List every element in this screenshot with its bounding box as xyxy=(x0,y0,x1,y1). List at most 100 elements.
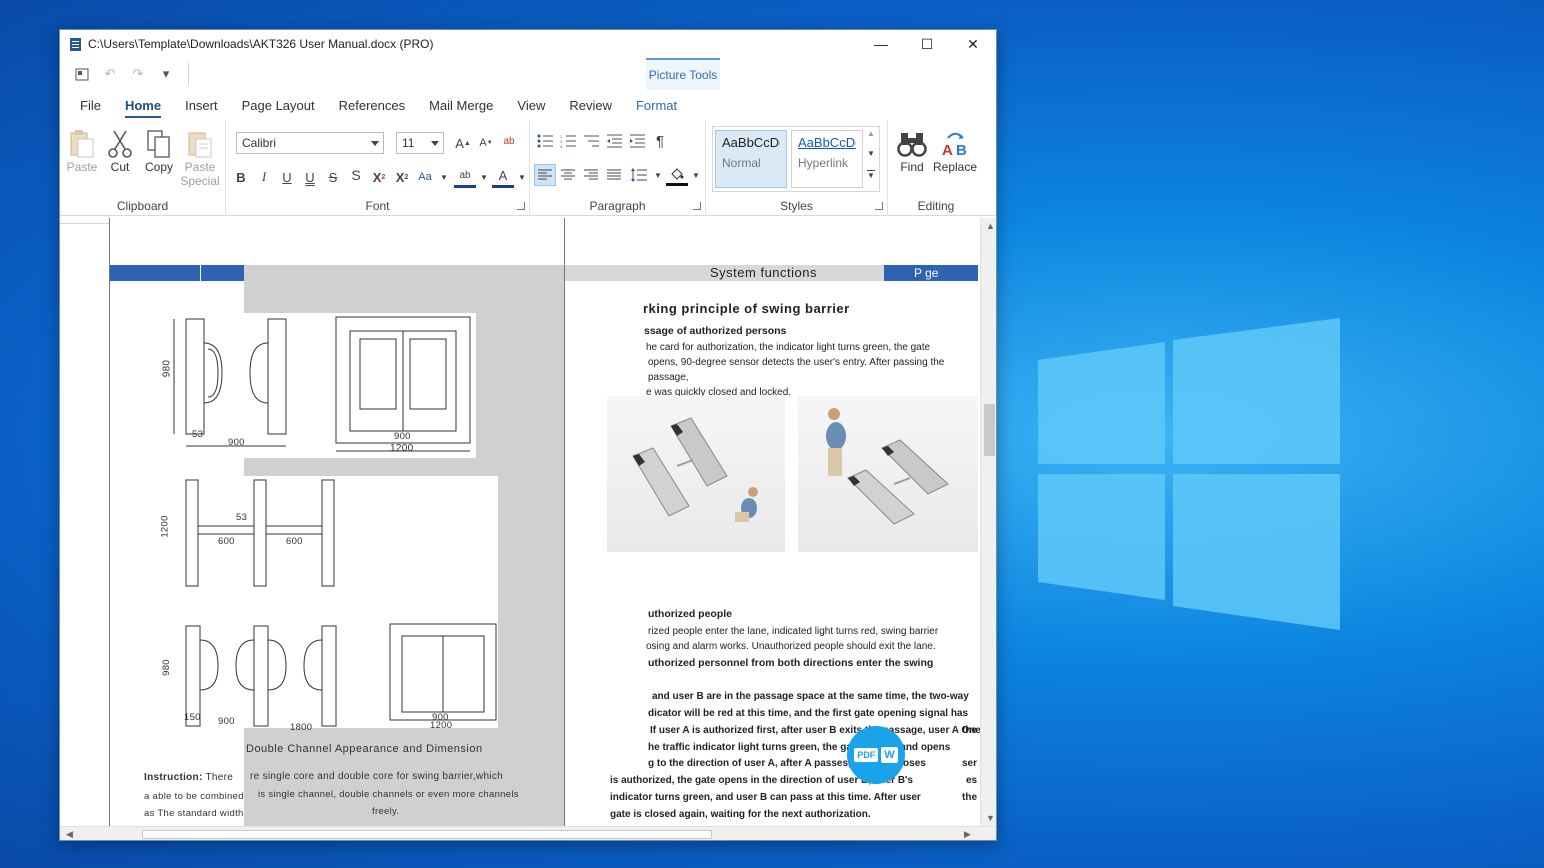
bullets-icon[interactable] xyxy=(534,130,556,152)
tab-insert[interactable]: Insert xyxy=(173,90,230,120)
numbering-icon[interactable]: 123 xyxy=(557,130,579,152)
picture-tools-label: Picture Tools xyxy=(646,58,720,90)
replace-button[interactable]: AB Replace xyxy=(930,128,980,174)
header-left-bar xyxy=(110,265,244,281)
document-page[interactable]: System functions P ge 980 53 900 900 120… xyxy=(109,218,981,826)
tab-file[interactable]: File xyxy=(68,90,113,120)
tab-review[interactable]: Review xyxy=(557,90,624,120)
dim-label: 900 xyxy=(218,716,235,727)
change-case-dropdown-icon[interactable]: ▼ xyxy=(433,166,455,188)
style-hyperlink[interactable]: AaBbCcDd Hyperlink xyxy=(791,130,863,188)
superscript-icon[interactable]: X2 xyxy=(368,166,390,188)
shrink-font-icon[interactable]: A ▼ xyxy=(475,132,497,154)
align-center-icon[interactable] xyxy=(557,164,579,186)
paragraph-tail: ser xyxy=(962,758,978,769)
customize-qat-icon[interactable]: ▾ xyxy=(152,62,180,86)
redo-icon[interactable]: ↷ xyxy=(124,62,152,86)
technical-drawing-top[interactable]: 980 53 900 900 1200 xyxy=(161,313,476,458)
layout-icon[interactable] xyxy=(68,62,96,86)
bold-icon[interactable]: B xyxy=(230,166,252,188)
header-page-label: P ge xyxy=(884,265,978,281)
font-group: Calibri 11 A ▲ A ▼ ab B I U U S S X2 X2 Aa… xyxy=(226,120,530,216)
word-icon: W xyxy=(881,747,898,763)
clear-formatting-icon[interactable]: ab xyxy=(498,130,520,152)
paragraph-group: 123 ¶ ▼ ▼ Paragraph xyxy=(530,120,706,216)
find-button[interactable]: Find xyxy=(892,128,932,174)
cut-button[interactable]: Cut xyxy=(100,128,140,174)
horizontal-scroll-thumb[interactable] xyxy=(142,830,712,839)
barrier-drawing-top xyxy=(173,316,471,452)
align-right-icon[interactable] xyxy=(580,164,602,186)
overlay-text-line-2: is single channel, double channels or ev… xyxy=(258,789,519,800)
style-normal[interactable]: AaBbCcDd Normal xyxy=(715,130,787,188)
tab-references[interactable]: References xyxy=(327,90,417,120)
copy-icon xyxy=(139,128,179,160)
pilcrow-icon[interactable]: ¶ xyxy=(649,130,671,152)
justify-icon[interactable] xyxy=(603,164,625,186)
strikethrough-icon[interactable]: S xyxy=(322,166,344,188)
close-button[interactable]: ✕ xyxy=(950,30,996,58)
styles-scroll-up-icon[interactable]: ▲ xyxy=(860,122,882,144)
tab-page-layout[interactable]: Page Layout xyxy=(230,90,327,120)
grow-font-icon[interactable]: A ▲ xyxy=(452,132,474,154)
double-strikethrough-icon[interactable]: S xyxy=(345,164,367,186)
scroll-left-icon[interactable]: ◀ xyxy=(66,829,73,840)
editing-group: Find AB Replace Editing xyxy=(888,120,984,216)
barrier-photo-right[interactable] xyxy=(798,396,978,552)
windows-logo xyxy=(1038,318,1340,630)
tab-format[interactable]: Format xyxy=(624,90,689,120)
window-title: C:\Users\Template\Downloads\AKT326 User … xyxy=(88,37,434,51)
scroll-up-icon[interactable]: ▲ xyxy=(986,221,995,231)
barrier-photo-left[interactable] xyxy=(607,396,785,552)
copy-button[interactable]: Copy xyxy=(139,128,179,174)
scroll-down-icon[interactable]: ▼ xyxy=(986,813,995,823)
dim-label: 900 xyxy=(228,437,245,448)
subheading-unauthorized: uthorized people xyxy=(648,608,732,620)
vertical-scroll-thumb[interactable] xyxy=(984,404,995,456)
horizontal-scrollbar[interactable]: ◀ ▶ xyxy=(60,826,996,840)
title-bar: C:\Users\Template\Downloads\AKT326 User … xyxy=(60,30,996,58)
underline-icon[interactable]: U xyxy=(276,166,298,188)
paragraph-tail: es xyxy=(966,775,978,786)
decrease-indent-icon[interactable] xyxy=(603,130,625,152)
font-dialog-launcher-icon[interactable] xyxy=(517,202,525,210)
styles-scroll-down-icon[interactable]: ▼ xyxy=(860,142,882,164)
double-underline-icon[interactable]: U xyxy=(299,166,321,188)
subscript-icon[interactable]: X2 xyxy=(391,166,413,188)
paste-button[interactable]: Paste xyxy=(62,128,102,174)
styles-group-label: Styles xyxy=(780,199,813,213)
dim-label: 53 xyxy=(236,512,248,523)
section-heading: rking principle of swing barrier xyxy=(643,301,850,316)
paragraph-dialog-launcher-icon[interactable] xyxy=(693,202,701,210)
font-size-select[interactable]: 11 xyxy=(396,132,444,154)
dim-label: 150 xyxy=(184,712,201,723)
maximize-button[interactable]: ☐ xyxy=(904,30,950,58)
dim-label: 600 xyxy=(218,536,235,547)
undo-icon[interactable]: ↶ xyxy=(96,62,124,86)
scroll-right-icon[interactable]: ▶ xyxy=(964,829,971,840)
overlay-text-line-1: re single core and double core for swing… xyxy=(250,771,503,782)
tab-view[interactable]: View xyxy=(505,90,557,120)
header-title: System functions xyxy=(710,265,817,280)
font-name-select[interactable]: Calibri xyxy=(236,132,384,154)
subheading-authorized: ssage of authorized persons xyxy=(644,325,787,337)
pdf-to-word-badge[interactable]: PDF W xyxy=(847,726,905,784)
dim-label: 980 xyxy=(160,659,172,676)
paragraph-line: gate is closed again, waiting for the ne… xyxy=(610,809,871,820)
technical-drawing-bottom[interactable]: 1200 53 600 600 980 150 900 1800 900 120… xyxy=(160,476,498,733)
vertical-scrollbar[interactable]: ▲ ▼ xyxy=(980,218,996,826)
minimize-button[interactable]: — xyxy=(858,30,904,58)
styles-more-icon[interactable]: ▼ xyxy=(860,164,882,186)
clipboard-group-label: Clipboard xyxy=(116,199,169,213)
dim-label: 53 xyxy=(192,429,204,440)
italic-icon[interactable]: I xyxy=(253,166,275,188)
increase-indent-icon[interactable] xyxy=(626,130,648,152)
tab-home[interactable]: Home xyxy=(113,90,173,120)
tab-mail-merge[interactable]: Mail Merge xyxy=(417,90,505,120)
shading-dropdown-icon[interactable]: ▼ xyxy=(685,164,707,186)
multilevel-list-icon[interactable] xyxy=(580,130,602,152)
dim-label: 1200 xyxy=(159,515,171,538)
align-left-icon[interactable] xyxy=(534,164,556,186)
paste-special-button[interactable]: Paste Special xyxy=(180,128,220,188)
styles-dialog-launcher-icon[interactable] xyxy=(875,202,883,210)
